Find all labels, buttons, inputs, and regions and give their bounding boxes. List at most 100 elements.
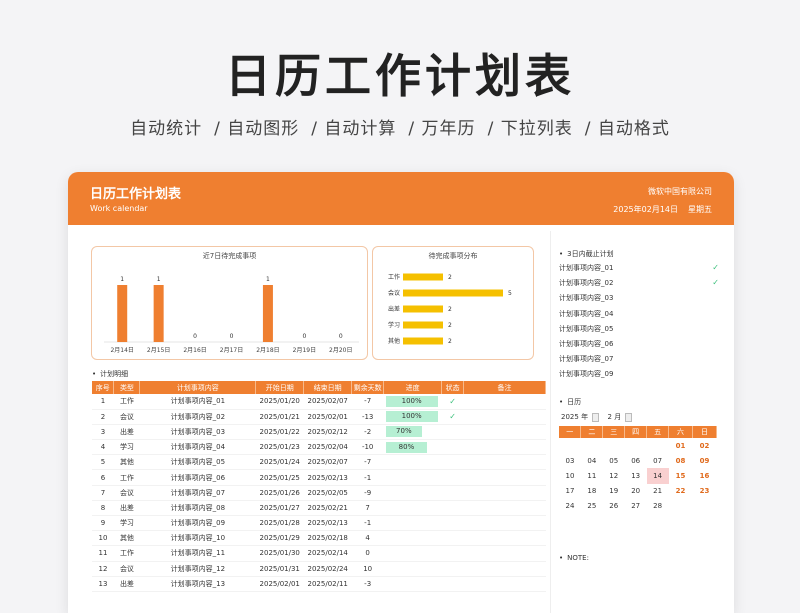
row-status-cell[interactable]: ✓ — [441, 409, 464, 425]
row-status-cell[interactable] — [441, 469, 464, 486]
table-row[interactable]: 5 其他 计划事项内容_05 2025/01/24 2025/02/07 -7 — [92, 454, 546, 471]
row-status-cell[interactable] — [441, 424, 464, 441]
row-start-date[interactable]: 2025/01/30 — [255, 545, 304, 562]
row-status-cell[interactable] — [441, 454, 464, 471]
row-note[interactable] — [463, 454, 546, 471]
row-note[interactable] — [463, 424, 546, 441]
row-start-date[interactable]: 2025/01/27 — [255, 500, 304, 517]
table-row[interactable]: 4 学习 计划事项内容_04 2025/01/23 2025/02/04 -10 80% — [92, 439, 546, 456]
row-start-date[interactable]: 2025/01/21 — [255, 409, 304, 425]
calendar-day[interactable]: 24 — [559, 499, 581, 514]
row-content[interactable]: 计划事项内容_02 — [139, 409, 256, 425]
calendar-day[interactable]: 13 — [625, 468, 647, 483]
row-note[interactable] — [463, 576, 546, 592]
row-status-cell[interactable] — [441, 485, 464, 501]
row-note[interactable] — [463, 515, 546, 532]
calendar-day[interactable]: 16 — [692, 468, 716, 483]
row-note[interactable] — [463, 500, 546, 517]
row-content[interactable]: 计划事项内容_13 — [139, 576, 256, 592]
row-note[interactable] — [463, 394, 546, 410]
row-start-date[interactable]: 2025/01/26 — [255, 485, 304, 501]
table-row[interactable]: 3 出差 计划事项内容_03 2025/01/22 2025/02/12 -2 70% — [92, 424, 546, 441]
row-progress-cell[interactable]: 70% — [383, 424, 442, 441]
calendar-day[interactable]: 28 — [647, 499, 669, 514]
deadline-item[interactable]: 计划事项内容_05 — [559, 324, 719, 334]
row-note[interactable] — [463, 469, 546, 486]
year-stepper[interactable] — [592, 412, 600, 422]
row-status-cell[interactable] — [441, 500, 464, 517]
calendar-day[interactable]: 17 — [559, 484, 581, 499]
row-type[interactable]: 学习 — [113, 515, 140, 532]
calendar-day[interactable]: 09 — [692, 453, 716, 468]
calendar-day[interactable]: 20 — [625, 484, 647, 499]
row-type[interactable]: 出差 — [113, 576, 140, 592]
row-content[interactable]: 计划事项内容_10 — [139, 530, 256, 547]
table-row[interactable]: 7 会议 计划事项内容_07 2025/01/26 2025/02/05 -9 — [92, 485, 546, 501]
row-start-date[interactable]: 2025/01/24 — [255, 454, 304, 471]
calendar-day[interactable]: 01 — [669, 438, 693, 453]
row-type[interactable]: 学习 — [113, 439, 140, 456]
row-type[interactable]: 出差 — [113, 424, 140, 441]
row-note[interactable] — [463, 545, 546, 562]
row-end-date[interactable]: 2025/02/05 — [303, 485, 352, 501]
row-type[interactable]: 工作 — [113, 469, 140, 486]
table-row[interactable]: 6 工作 计划事项内容_06 2025/01/25 2025/02/13 -1 — [92, 469, 546, 486]
row-end-date[interactable]: 2025/02/14 — [303, 545, 352, 562]
calendar-day[interactable]: 06 — [625, 453, 647, 468]
calendar-day[interactable]: 25 — [581, 499, 603, 514]
deadline-item[interactable]: 计划事项内容_03 — [559, 293, 719, 303]
row-start-date[interactable]: 2025/02/01 — [255, 576, 304, 592]
row-status-cell[interactable] — [441, 561, 464, 577]
row-end-date[interactable]: 2025/02/07 — [303, 454, 352, 471]
row-start-date[interactable]: 2025/01/20 — [255, 394, 304, 410]
row-start-date[interactable]: 2025/01/29 — [255, 530, 304, 547]
row-content[interactable]: 计划事项内容_12 — [139, 561, 256, 577]
calendar-day[interactable]: 14 — [646, 468, 669, 484]
calendar-day[interactable]: 19 — [603, 484, 625, 499]
calendar-day[interactable]: 08 — [669, 453, 693, 468]
row-status-cell[interactable]: ✓ — [441, 394, 464, 410]
row-content[interactable]: 计划事项内容_07 — [139, 485, 256, 501]
calendar-day[interactable]: 04 — [581, 453, 603, 468]
row-end-date[interactable]: 2025/02/18 — [303, 530, 352, 547]
deadline-item[interactable]: 计划事项内容_06 — [559, 339, 719, 349]
row-content[interactable]: 计划事项内容_09 — [139, 515, 256, 532]
row-content[interactable]: 计划事项内容_04 — [139, 439, 256, 456]
row-start-date[interactable]: 2025/01/28 — [255, 515, 304, 532]
row-note[interactable] — [463, 561, 546, 577]
row-note[interactable] — [463, 530, 546, 547]
calendar-day[interactable]: 07 — [647, 453, 669, 468]
row-status-cell[interactable] — [441, 530, 464, 547]
row-type[interactable]: 会议 — [113, 561, 140, 577]
row-type[interactable]: 会议 — [113, 485, 140, 501]
row-type[interactable]: 工作 — [113, 545, 140, 562]
month-value[interactable]: 2 — [608, 413, 612, 421]
row-progress-cell[interactable]: 80% — [383, 439, 442, 456]
row-progress-cell[interactable] — [383, 454, 442, 471]
deadline-item[interactable]: 计划事项内容_04 — [559, 309, 719, 319]
row-status-cell[interactable] — [441, 439, 464, 456]
row-progress-cell[interactable] — [383, 576, 442, 592]
table-row[interactable]: 9 学习 计划事项内容_09 2025/01/28 2025/02/13 -1 — [92, 515, 546, 532]
deadline-item[interactable]: 计划事项内容_09 — [559, 369, 719, 379]
calendar-day[interactable]: 23 — [692, 484, 716, 499]
table-row[interactable]: 13 出差 计划事项内容_13 2025/02/01 2025/02/11 -3 — [92, 576, 546, 592]
calendar-day[interactable]: 26 — [603, 499, 625, 514]
row-end-date[interactable]: 2025/02/13 — [303, 515, 352, 532]
row-type[interactable]: 其他 — [113, 530, 140, 547]
table-row[interactable]: 11 工作 计划事项内容_11 2025/01/30 2025/02/14 0 — [92, 545, 546, 562]
row-end-date[interactable]: 2025/02/24 — [303, 561, 352, 577]
month-stepper[interactable] — [625, 412, 633, 422]
deadline-item[interactable]: 计划事项内容_02 ✓ — [559, 278, 719, 288]
calendar-day[interactable]: 22 — [669, 484, 693, 499]
row-start-date[interactable]: 2025/01/31 — [255, 561, 304, 577]
row-type[interactable]: 其他 — [113, 454, 140, 471]
row-end-date[interactable]: 2025/02/04 — [303, 439, 352, 456]
calendar-day[interactable]: 03 — [559, 453, 581, 468]
row-note[interactable] — [463, 409, 546, 425]
row-progress-cell[interactable]: 100% — [383, 394, 442, 410]
calendar-day[interactable]: 10 — [559, 468, 581, 483]
table-row[interactable]: 12 会议 计划事项内容_12 2025/01/31 2025/02/24 10 — [92, 561, 546, 577]
row-type[interactable]: 会议 — [113, 409, 140, 425]
row-content[interactable]: 计划事项内容_05 — [139, 454, 256, 471]
